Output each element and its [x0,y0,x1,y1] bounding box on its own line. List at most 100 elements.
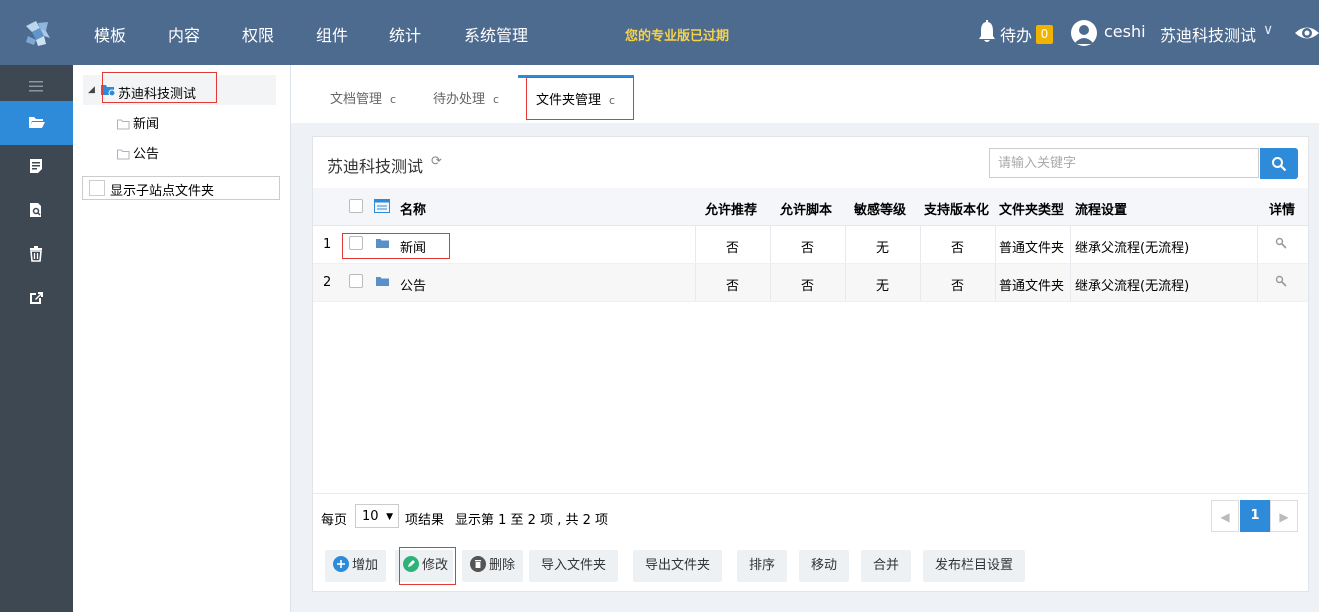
table-header: 名称 允许推荐 允许脚本 敏感等级 支持版本化 文件夹类型 流程设置 详情 [313,188,1308,226]
logo-icon[interactable] [22,18,54,48]
license-expired-notice[interactable]: 您的专业版已过期 [625,25,729,44]
move-button[interactable]: 移动 [799,550,850,582]
per-page-label: 每页 [321,513,348,528]
sidebar-item-search-docs[interactable] [0,189,73,233]
page-1-button[interactable]: 1 [1240,500,1270,532]
cell-recommend: 否 [726,241,740,256]
select-all-checkbox[interactable] [349,199,363,213]
column-header-name[interactable]: 名称 [400,199,426,218]
showing-range-text: 显示第 1 至 2 项 , 共 2 项 [455,513,609,528]
cell-folder-type: 普通文件夹 [999,241,1065,256]
table-row[interactable]: 1 新闻 否 否 无 否 普通文件夹 继承父流程(无流程) [313,226,1308,264]
folder-tree-pane: ◢ 苏迪科技测试 新闻 公告 显示子站点文件夹 [73,65,291,612]
left-icon-sidebar [0,65,81,612]
tab-document-management[interactable]: 文档管理 c [330,77,396,123]
import-folder-button[interactable]: 导入文件夹 [529,550,619,582]
cell-workflow: 继承父流程(无流程) [1075,241,1190,256]
refresh-icon[interactable]: ⟳ [431,154,442,169]
user-avatar-icon[interactable] [1071,20,1097,46]
trash-circle-icon [470,556,486,572]
folder-open-icon [29,117,45,128]
trash-icon [30,246,42,262]
show-subsite-folders-option[interactable]: 显示子站点文件夹 [82,176,280,200]
cell-sensitivity: 无 [876,279,890,294]
add-button[interactable]: 增加 [325,550,387,582]
tab-strip: 文档管理 c 待办处理 c 文件夹管理 c [291,65,1319,123]
tree-node-news[interactable]: 新闻 [117,113,159,134]
column-header-detail[interactable]: 详情 [1269,199,1295,218]
cell-workflow: 继承父流程(无流程) [1075,279,1190,294]
external-link-icon [30,292,43,304]
cell-script: 否 [801,279,815,294]
page-size-value: 10 [362,509,379,524]
user-name[interactable]: ceshi [1104,22,1146,41]
search-icon [1272,157,1287,172]
keyword-search-input[interactable] [989,148,1259,178]
refresh-icon[interactable]: c [390,93,396,106]
column-header-sensitivity[interactable]: 敏感等级 [854,199,906,218]
detail-magnifier-icon[interactable] [1275,237,1287,253]
hamburger-icon [29,81,43,92]
folder-name-link[interactable]: 公告 [400,275,426,294]
sidebar-item-export[interactable] [0,277,73,321]
cell-script: 否 [801,241,815,256]
cell-versioning: 否 [951,279,965,294]
chevron-down-icon[interactable]: ∨ [1263,22,1273,38]
tree-node-label: 新闻 [133,117,160,132]
add-button-label: 增加 [352,558,379,573]
page-size-select[interactable]: 10 ▼ [355,504,399,528]
next-page-button[interactable]: ▶ [1270,500,1298,532]
row-index: 1 [323,237,332,252]
company-switcher[interactable]: 苏迪科技测试 [1160,22,1256,46]
sidebar-item-recycle-bin[interactable] [0,233,73,277]
tree-collapse-icon[interactable]: ◢ [88,85,95,95]
panel-title: 苏迪科技测试 [327,157,424,176]
nav-system-management[interactable]: 系统管理 [464,22,528,46]
nav-statistics[interactable]: 统计 [389,22,421,46]
tree-node-announcement[interactable]: 公告 [117,143,159,164]
sidebar-item-documents[interactable] [0,145,73,189]
show-subsite-label: 显示子站点文件夹 [110,184,215,199]
prev-page-button[interactable]: ◀ [1211,500,1239,532]
document-icon [30,159,42,173]
nav-template[interactable]: 模板 [94,22,126,46]
column-settings-icon[interactable] [374,199,390,217]
show-subsite-checkbox[interactable] [89,180,105,196]
tab-pending-tasks[interactable]: 待办处理 c [433,77,499,123]
column-header-workflow[interactable]: 流程设置 [1075,199,1127,218]
tree-node-label: 公告 [133,147,160,162]
table-row[interactable]: 2 公告 否 否 无 否 普通文件夹 继承父流程(无流程) [313,264,1308,302]
column-header-recommend[interactable]: 允许推荐 [705,199,757,218]
cell-sensitivity: 无 [876,241,890,256]
folder-icon [117,119,130,134]
cell-folder-type: 普通文件夹 [999,279,1065,294]
merge-button[interactable]: 合并 [861,550,912,582]
publish-column-settings-button[interactable]: 发布栏目设置 [923,550,1026,582]
row-index: 2 [323,275,332,290]
sort-button[interactable]: 排序 [737,550,788,582]
folder-icon [376,276,389,291]
sidebar-item-folders[interactable] [0,101,81,145]
highlight-box-tree-root [102,72,217,103]
row-checkbox[interactable] [349,274,363,288]
pagination-bar: 每页 10 ▼ 项结果 显示第 1 至 2 项 , 共 2 项 ◀ 1 ▶ [313,493,1308,538]
highlight-box-active-tab [526,77,634,120]
todo-count-badge: 0 [1036,25,1053,44]
nav-component[interactable]: 组件 [316,22,348,46]
bell-icon[interactable] [977,20,997,44]
search-button[interactable] [1260,148,1298,179]
eye-icon[interactable] [1294,22,1319,44]
nav-permission[interactable]: 权限 [242,22,274,46]
column-header-folder-type[interactable]: 文件夹类型 [999,199,1064,218]
top-navbar: 模板 内容 权限 组件 统计 系统管理 您的专业版已过期 待办 0 ceshi … [0,0,1319,65]
highlight-box-edit-button [399,547,456,585]
nav-content[interactable]: 内容 [168,22,200,46]
file-search-icon [30,203,41,217]
delete-button[interactable]: 删除 [462,550,524,582]
todo-label[interactable]: 待办 [1000,22,1032,46]
refresh-icon[interactable]: c [493,93,499,106]
export-folder-button[interactable]: 导出文件夹 [633,550,723,582]
detail-magnifier-icon[interactable] [1275,275,1287,291]
column-header-versioning[interactable]: 支持版本化 [924,199,989,218]
column-header-script[interactable]: 允许脚本 [780,199,832,218]
